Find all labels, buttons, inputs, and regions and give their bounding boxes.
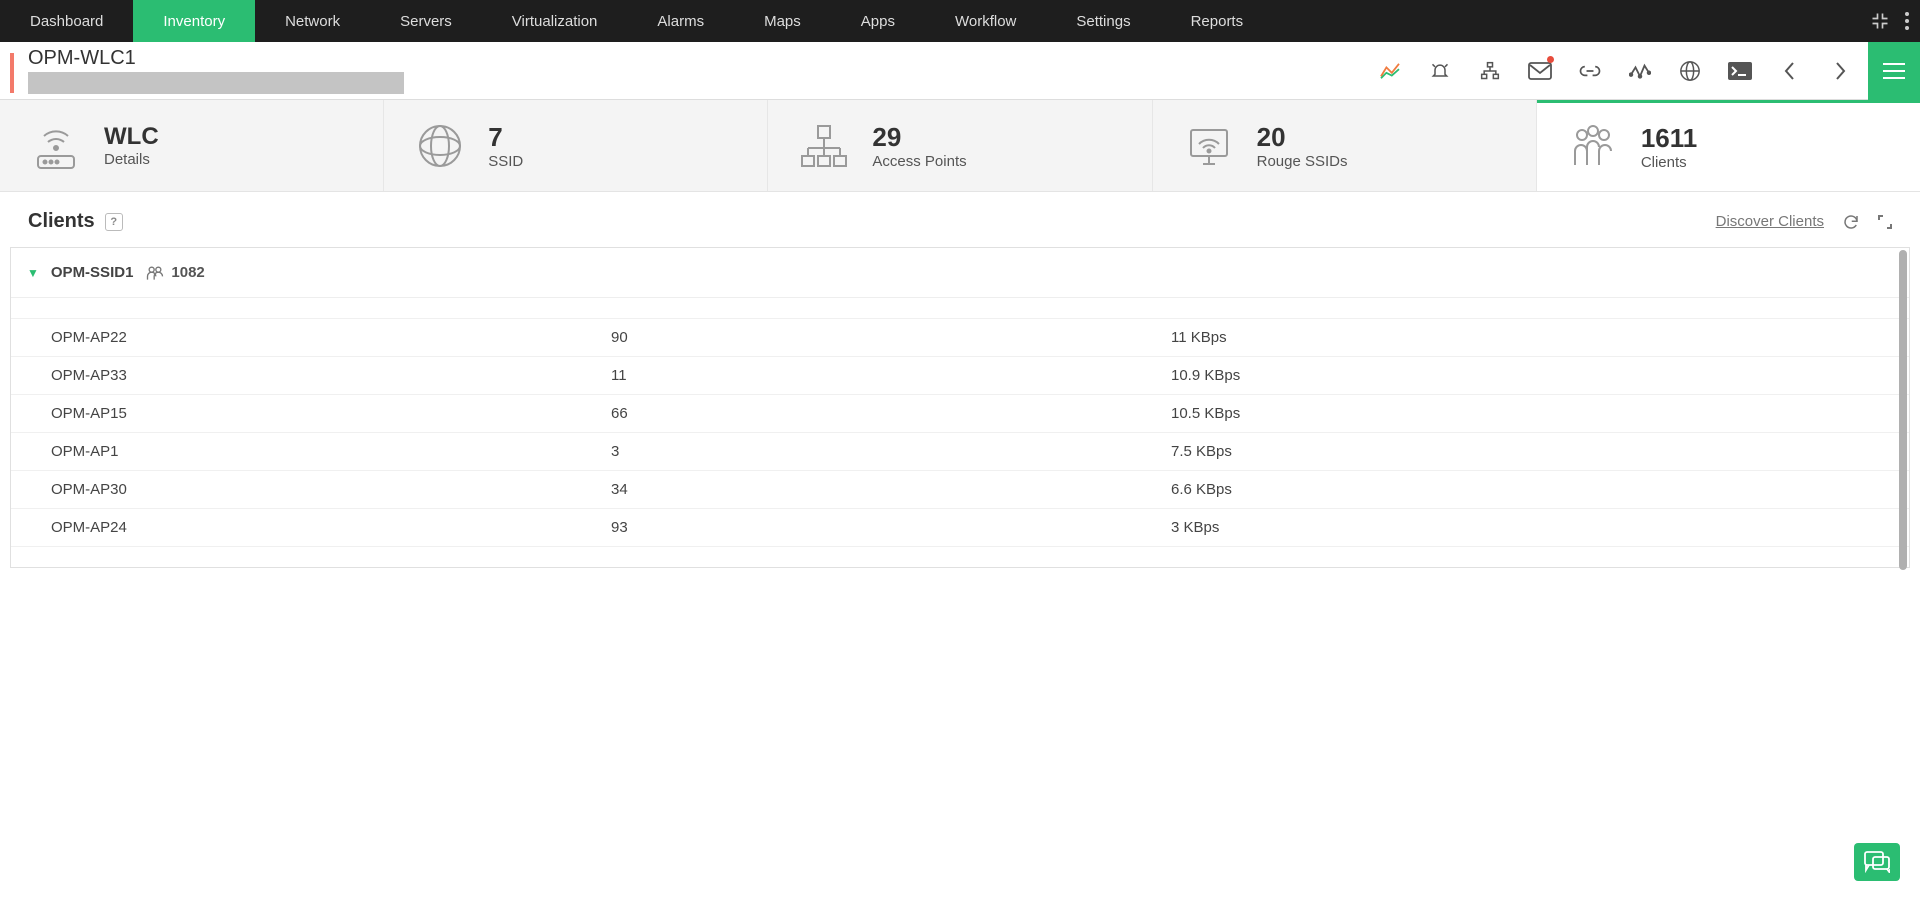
nav-tab-maps[interactable]: Maps (734, 0, 831, 42)
rogue-icon (1183, 120, 1235, 172)
chat-button[interactable] (1854, 843, 1900, 881)
nav-tab-virtualization[interactable]: Virtualization (482, 0, 628, 42)
chart-icon[interactable] (1368, 52, 1412, 90)
next-icon[interactable] (1818, 52, 1862, 90)
card-aps-value: 29 (872, 122, 966, 153)
ap-name: OPM-AP24 (51, 519, 611, 536)
ap-name: OPM-AP15 (51, 405, 611, 422)
content-area: Clients ? Discover Clients ▼ OPM-SSID1 1… (0, 192, 1920, 568)
collapse-icon[interactable] (1870, 11, 1890, 31)
expand-icon[interactable] (1878, 215, 1892, 229)
ap-rate: 10.5 KBps (1171, 405, 1869, 422)
nav-tab-workflow[interactable]: Workflow (925, 0, 1046, 42)
card-rogue-label: Rouge SSIDs (1257, 153, 1348, 170)
ap-name: OPM-AP1 (51, 443, 611, 460)
clients-icon (1567, 121, 1619, 173)
nav-tab-servers[interactable]: Servers (370, 0, 482, 42)
ap-rate: 7.5 KBps (1171, 443, 1869, 460)
status-marker (10, 53, 14, 93)
ap-icon (798, 120, 850, 172)
ap-rate: 6.6 KBps (1171, 481, 1869, 498)
content-header: Clients ? Discover Clients (10, 192, 1910, 247)
card-rogue-value: 20 (1257, 122, 1348, 153)
card-wlc-title: WLC (104, 123, 159, 151)
nav-tab-inventory[interactable]: Inventory (133, 0, 255, 42)
discover-clients-link[interactable]: Discover Clients (1716, 213, 1824, 230)
card-wlc[interactable]: WLC Details (0, 100, 384, 191)
ap-row[interactable]: OPM-AP229011 KBps (11, 318, 1909, 357)
card-clients-label: Clients (1641, 154, 1697, 171)
ssid-icon (414, 120, 466, 172)
card-clients-value: 1611 (1641, 123, 1697, 154)
title-bar: OPM-WLC1 (0, 42, 1920, 100)
ap-rate: 3 KBps (1171, 519, 1869, 536)
ap-client-count: 11 (611, 367, 1171, 384)
wlc-icon (30, 120, 82, 172)
mail-badge (1547, 56, 1554, 63)
nav-tab-settings[interactable]: Settings (1046, 0, 1160, 42)
collapse-triangle-icon[interactable]: ▼ (27, 266, 39, 280)
ap-name: OPM-AP33 (51, 367, 611, 384)
nav-tab-reports[interactable]: Reports (1161, 0, 1274, 42)
clients-panel: ▼ OPM-SSID1 1082 OPM-AP229011 KBpsOPM-AP… (10, 247, 1910, 568)
ap-rate: 10.9 KBps (1171, 367, 1869, 384)
help-icon[interactable]: ? (105, 213, 123, 231)
card-ssid[interactable]: 7 SSID (384, 100, 768, 191)
card-aps-label: Access Points (872, 153, 966, 170)
scrollbar[interactable] (1899, 250, 1907, 570)
terminal-icon[interactable] (1718, 52, 1762, 90)
top-nav: DashboardInventoryNetworkServersVirtuali… (0, 0, 1920, 42)
more-icon[interactable] (1904, 11, 1910, 31)
content-title: Clients (28, 210, 95, 233)
nav-tab-alarms[interactable]: Alarms (627, 0, 734, 42)
globe-icon[interactable] (1668, 52, 1712, 90)
ap-client-count: 34 (611, 481, 1171, 498)
ap-client-count: 3 (611, 443, 1171, 460)
ssid-group-header[interactable]: ▼ OPM-SSID1 1082 (11, 248, 1909, 298)
mail-icon[interactable] (1518, 52, 1562, 90)
device-name: OPM-WLC1 (28, 47, 404, 70)
ap-client-count: 93 (611, 519, 1171, 536)
clients-mini-icon (145, 265, 165, 281)
activity-icon[interactable] (1618, 52, 1662, 90)
card-aps[interactable]: 29 Access Points (768, 100, 1152, 191)
ap-row[interactable]: OPM-AP156610.5 KBps (11, 395, 1909, 433)
nav-tab-dashboard[interactable]: Dashboard (0, 0, 133, 42)
ap-client-count: 90 (611, 329, 1171, 346)
bell-icon[interactable] (1418, 52, 1462, 90)
summary-cards: WLC Details 7 SSID 29 Access Points (0, 100, 1920, 192)
nav-tab-apps[interactable]: Apps (831, 0, 925, 42)
ap-client-count: 66 (611, 405, 1171, 422)
ap-row[interactable]: OPM-AP24933 KBps (11, 509, 1909, 547)
device-subinfo-placeholder (28, 72, 404, 94)
ssid-group-name: OPM-SSID1 (51, 264, 134, 281)
nav-tab-network[interactable]: Network (255, 0, 370, 42)
card-wlc-label: Details (104, 151, 159, 168)
ap-row[interactable]: OPM-AP137.5 KBps (11, 433, 1909, 471)
nav-spacer (1273, 0, 1870, 42)
ap-name: OPM-AP30 (51, 481, 611, 498)
ap-row[interactable]: OPM-AP30346.6 KBps (11, 471, 1909, 509)
refresh-icon[interactable] (1842, 213, 1860, 231)
ap-rate: 11 KBps (1171, 329, 1869, 346)
nav-right-icons (1870, 0, 1920, 42)
topology-icon[interactable] (1468, 52, 1512, 90)
card-ssid-label: SSID (488, 153, 523, 170)
prev-icon[interactable] (1768, 52, 1812, 90)
ap-rows: OPM-AP229011 KBpsOPM-AP331110.9 KBpsOPM-… (11, 298, 1909, 567)
ap-name: OPM-AP22 (51, 329, 611, 346)
card-ssid-value: 7 (488, 122, 523, 153)
ap-row[interactable]: OPM-AP331110.9 KBps (11, 357, 1909, 395)
hamburger-menu[interactable] (1868, 42, 1920, 100)
ssid-group-count: 1082 (171, 264, 204, 281)
card-clients[interactable]: 1611 Clients (1537, 100, 1920, 191)
link-icon[interactable] (1568, 52, 1612, 90)
card-rogue[interactable]: 20 Rouge SSIDs (1153, 100, 1537, 191)
